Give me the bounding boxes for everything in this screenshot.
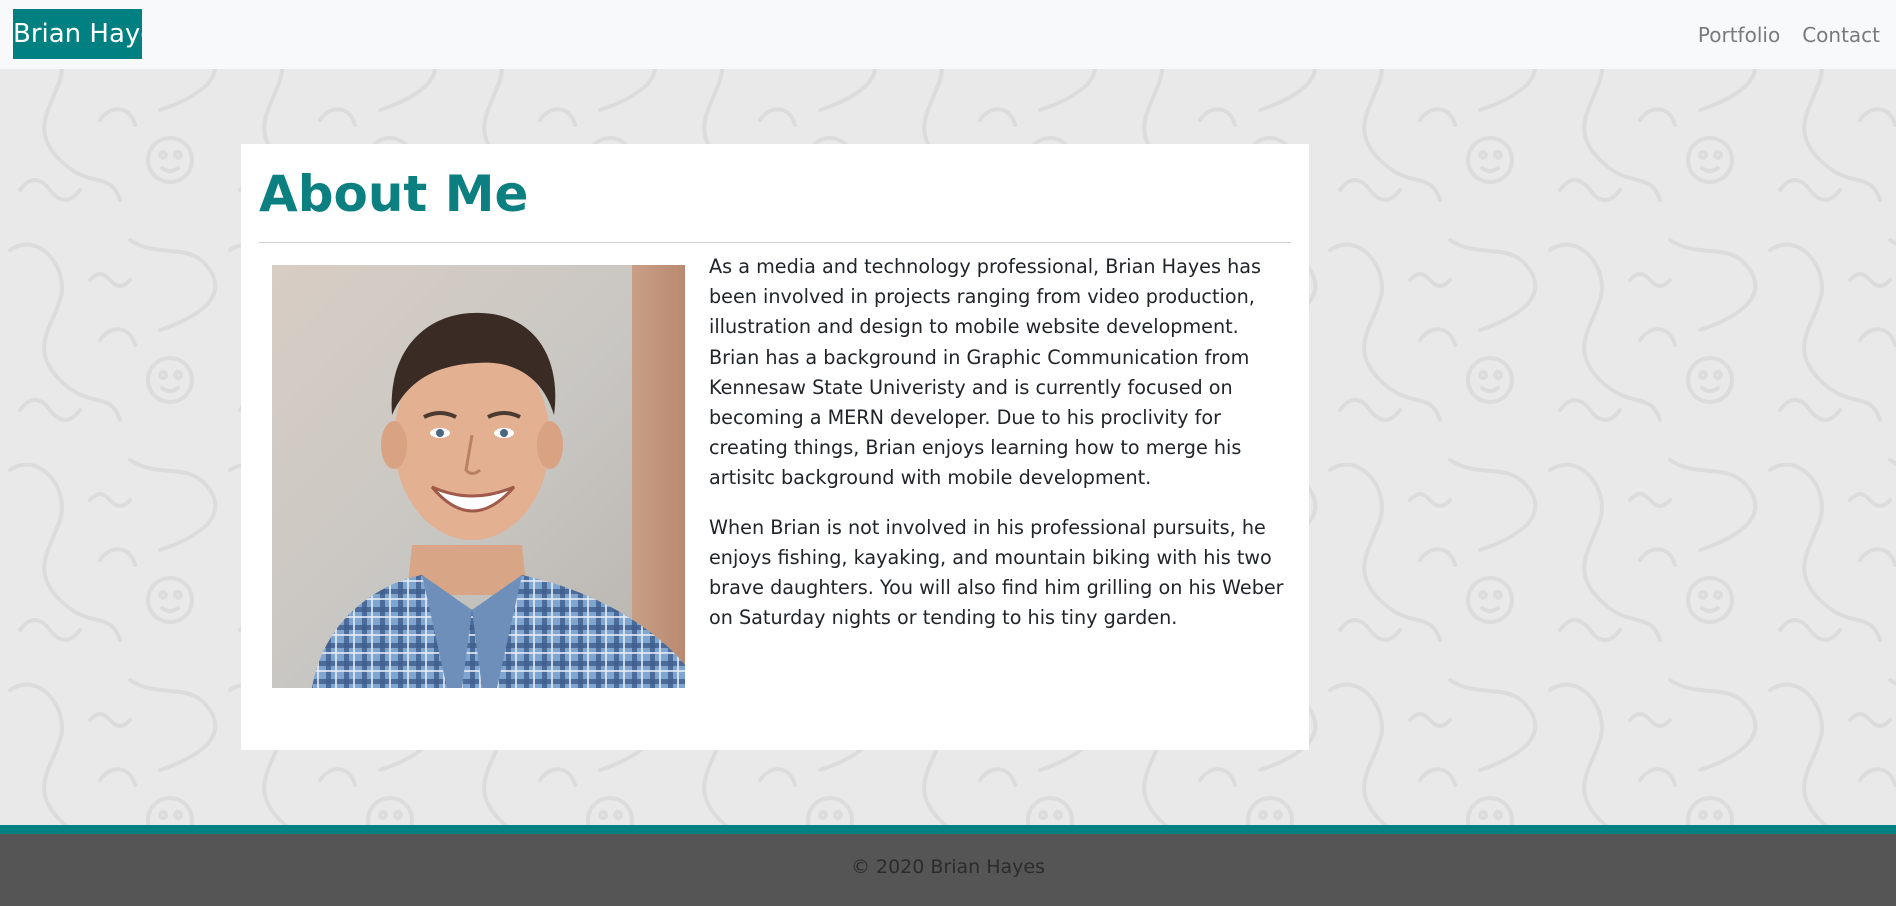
- bio-paragraph: As a media and technology professional, …: [709, 255, 1261, 490]
- brand-link[interactable]: Brian Hayes: [13, 9, 142, 59]
- top-navbar: Brian Hayes Portfolio Contact: [0, 0, 1896, 69]
- about-card: About Me As a media and technology profe…: [241, 144, 1309, 750]
- copyright-text: © 2020 Brian Hayes: [850, 856, 1046, 878]
- nav-links: Portfolio Contact: [1694, 16, 1884, 54]
- footer: © 2020 Brian Hayes: [0, 834, 1896, 906]
- title-divider: [259, 242, 1291, 243]
- bio-paragraph: When Brian is not involved in his profes…: [709, 515, 1284, 630]
- footer-accent-bar: [0, 825, 1896, 834]
- nav-link-portfolio[interactable]: Portfolio: [1694, 16, 1784, 54]
- bio-text: As a media and technology professional, …: [709, 252, 1289, 652]
- nav-link-contact[interactable]: Contact: [1798, 16, 1884, 54]
- page-title: About Me: [259, 165, 529, 223]
- profile-photo: [272, 265, 685, 688]
